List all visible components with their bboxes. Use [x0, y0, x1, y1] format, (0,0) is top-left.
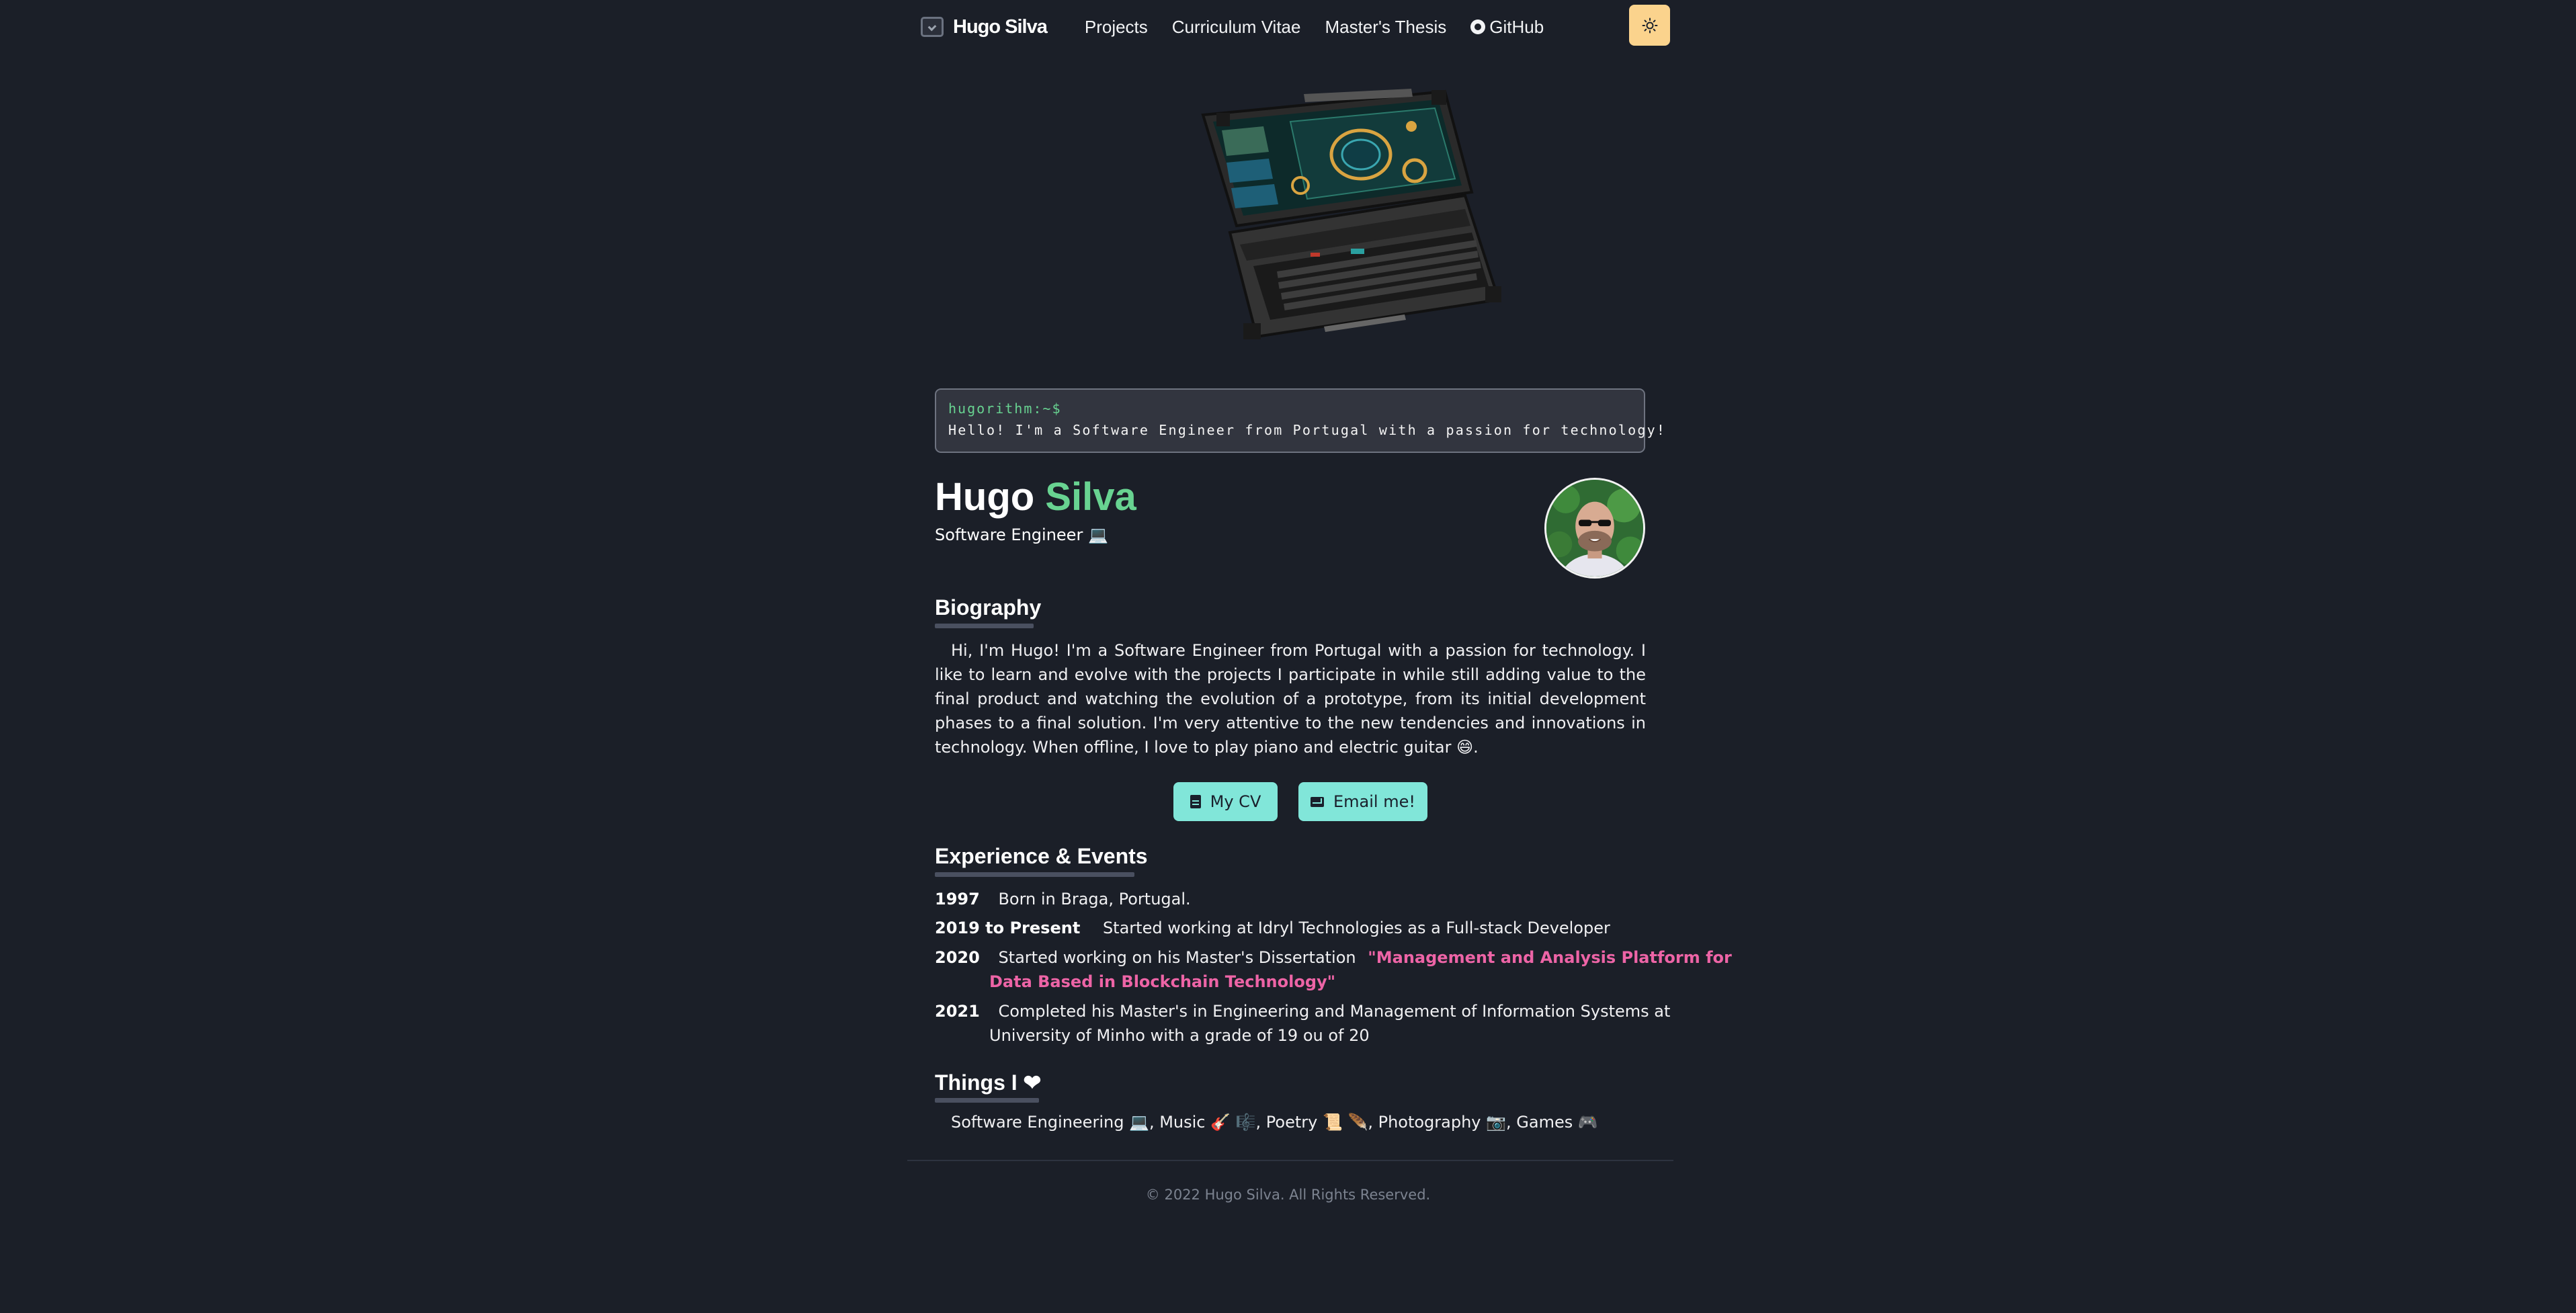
things-underline: [935, 1098, 1039, 1103]
email-label: Email me!: [1333, 792, 1415, 811]
nav-link-github-label: GitHub: [1489, 16, 1544, 37]
github-icon: [1470, 19, 1486, 34]
profile-role: Software Engineer 💻: [935, 525, 1108, 544]
last-name: Silva: [1045, 475, 1136, 519]
timeline-year: 2021: [935, 1002, 980, 1021]
nav-link-thesis[interactable]: Master's Thesis: [1325, 17, 1446, 38]
footer-divider: [907, 1160, 1673, 1161]
terminal-box: hugorithm:~$ Hello! I'm a Software Engin…: [935, 388, 1667, 453]
sun-icon: [1642, 17, 1657, 33]
thesis-link[interactable]: "Management and Analysis Platform for: [1368, 948, 1732, 967]
nav-links: Projects Curriculum Vitae Master's Thesi…: [1085, 17, 1568, 38]
timeline-text: Started working at Idryl Technologies as…: [1102, 919, 1610, 937]
first-name: Hugo: [935, 475, 1035, 519]
logo-icon[interactable]: [921, 17, 944, 37]
email-button[interactable]: Email me!: [1298, 782, 1427, 821]
footer-text: © 2022 Hugo Silva. All Rights Reserved.: [1145, 1187, 1431, 1203]
timeline-text: Started working on his Master's Disserta…: [998, 948, 1356, 967]
biography-underline: [935, 624, 1034, 628]
timeline-row: 2021 Completed his Master's in Engineeri…: [935, 1002, 1670, 1021]
timeline-row: 2019 to Present Started working at Idryl…: [935, 919, 1610, 937]
avatar: [1544, 478, 1645, 579]
nav-link-cv[interactable]: Curriculum Vitae: [1172, 17, 1301, 38]
timeline-text: Completed his Master's in Engineering an…: [998, 1002, 1671, 1021]
timeline-row: 1997 Born in Braga, Portugal.: [935, 890, 1191, 908]
things-list: Software Engineering 💻, Music 🎸 🎼, Poetr…: [951, 1113, 1598, 1132]
navbar: Hugo Silva Projects Curriculum Vitae Mas…: [909, 0, 1668, 54]
my-cv-label: My CV: [1210, 792, 1261, 811]
terminal-prompt: hugorithm:~$: [948, 400, 1062, 417]
mail-icon: [1311, 796, 1324, 807]
brand-name[interactable]: Hugo Silva: [953, 16, 1048, 38]
experience-underline: [935, 872, 1134, 877]
thesis-link-continued[interactable]: Data Based in Blockchain Technology": [989, 972, 1335, 991]
profile-name: Hugo Silva: [935, 474, 1136, 519]
things-title: Things I ❤: [935, 1070, 1042, 1095]
timeline-row: 2020 Started working on his Master's Dis…: [935, 948, 1732, 967]
timeline-year: 2020: [935, 948, 980, 967]
biography-text: Hi, I'm Hugo! I'm a Software Engineer fr…: [935, 641, 1646, 757]
experience-title: Experience & Events: [935, 844, 1148, 868]
terminal-text: Hello! I'm a Software Engineer from Port…: [948, 422, 1667, 438]
nav-link-projects[interactable]: Projects: [1085, 17, 1148, 38]
timeline-year: 2019 to Present: [935, 919, 1081, 937]
hero-laptop-image: [1201, 89, 1501, 339]
document-icon: [1190, 795, 1201, 808]
timeline-text: Born in Braga, Portugal.: [998, 890, 1191, 908]
nav-link-github[interactable]: GitHub: [1470, 17, 1544, 38]
my-cv-button[interactable]: My CV: [1173, 782, 1278, 821]
timeline-year: 1997: [935, 890, 980, 908]
theme-toggle-button[interactable]: [1629, 5, 1670, 46]
biography-title: Biography: [935, 595, 1042, 620]
timeline-text-continued: University of Minho with a grade of 19 o…: [989, 1026, 1370, 1045]
